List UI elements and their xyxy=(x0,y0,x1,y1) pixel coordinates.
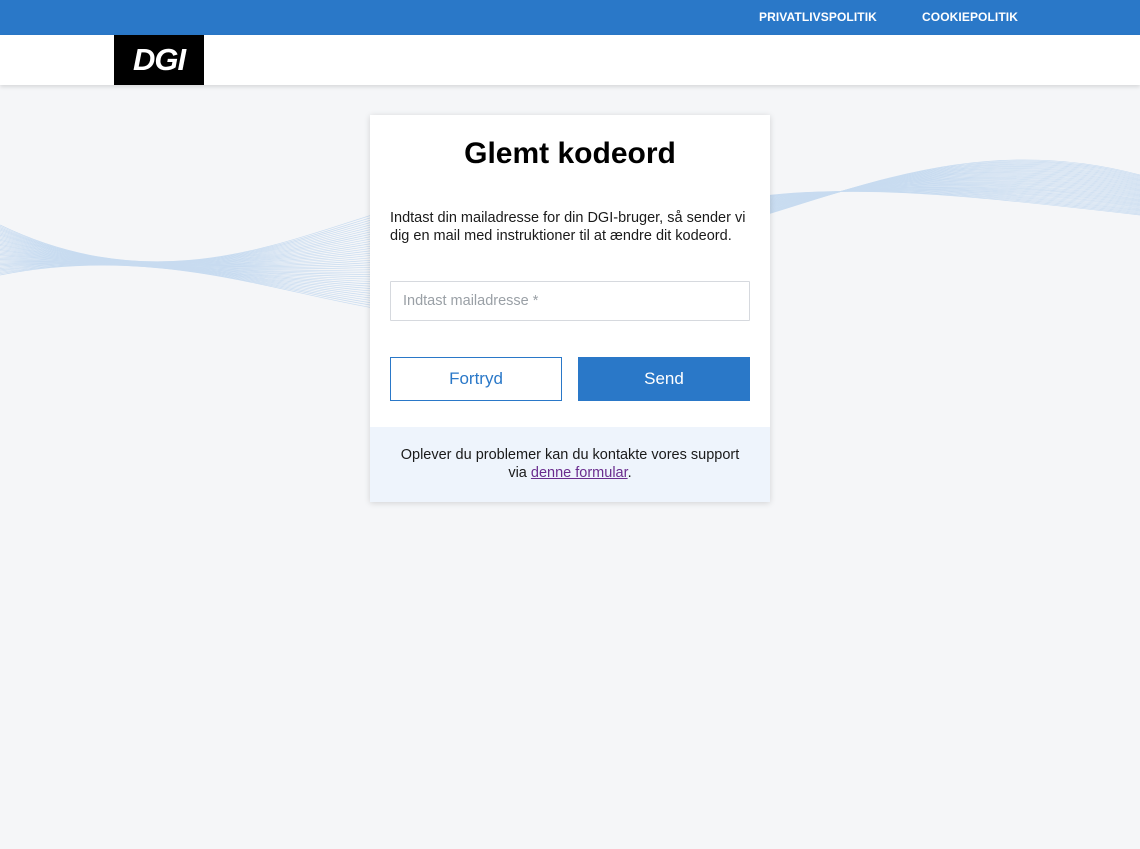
support-form-link[interactable]: denne formular xyxy=(531,465,628,481)
send-button[interactable]: Send xyxy=(578,357,750,401)
email-input[interactable] xyxy=(390,281,750,321)
instructions-text: Indtast din mailadresse for din DGI-brug… xyxy=(390,210,746,244)
support-suffix: . xyxy=(627,465,632,481)
support-notice: Oplever du problemer kan du kontakte vor… xyxy=(370,427,770,502)
cookie-policy-link[interactable]: COOKIEPOLITIK xyxy=(922,10,1018,24)
top-bar: PRIVATLIVSPOLITIK COOKIEPOLITIK xyxy=(0,0,1140,35)
site-header: DGI xyxy=(0,35,1140,85)
page-title: Glemt kodeord xyxy=(464,137,676,170)
cancel-button[interactable]: Fortryd xyxy=(390,357,562,401)
forgot-password-card: Glemt kodeord Indtast din mailadresse fo… xyxy=(370,115,770,502)
dgi-logo[interactable]: DGI xyxy=(114,35,204,85)
privacy-policy-link[interactable]: PRIVATLIVSPOLITIK xyxy=(759,10,877,24)
